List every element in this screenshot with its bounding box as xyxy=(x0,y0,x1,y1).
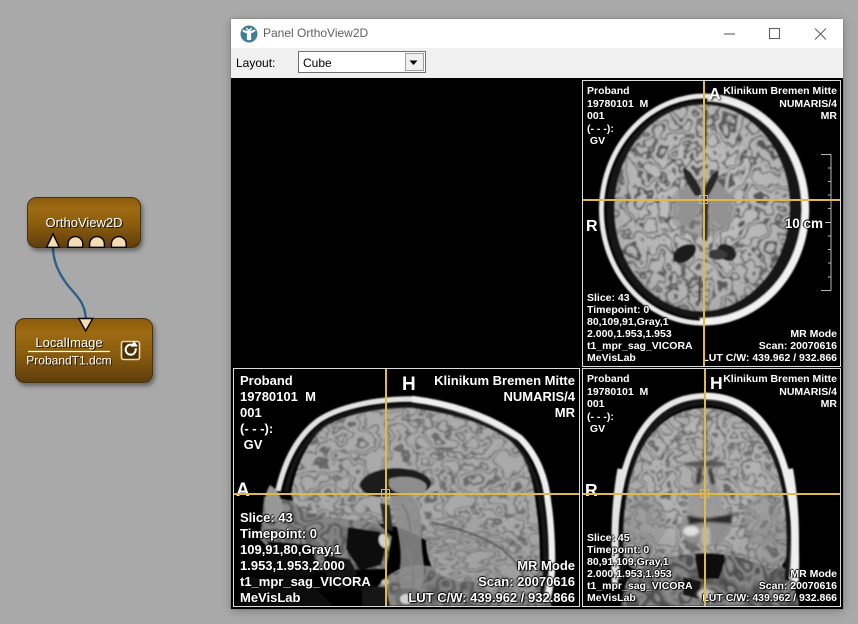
svg-text:OrthoView2D: OrthoView2D xyxy=(45,215,122,230)
svg-text:ProbandT1.dcm: ProbandT1.dcm xyxy=(26,354,111,368)
svg-text:LocalImage: LocalImage xyxy=(35,335,102,350)
